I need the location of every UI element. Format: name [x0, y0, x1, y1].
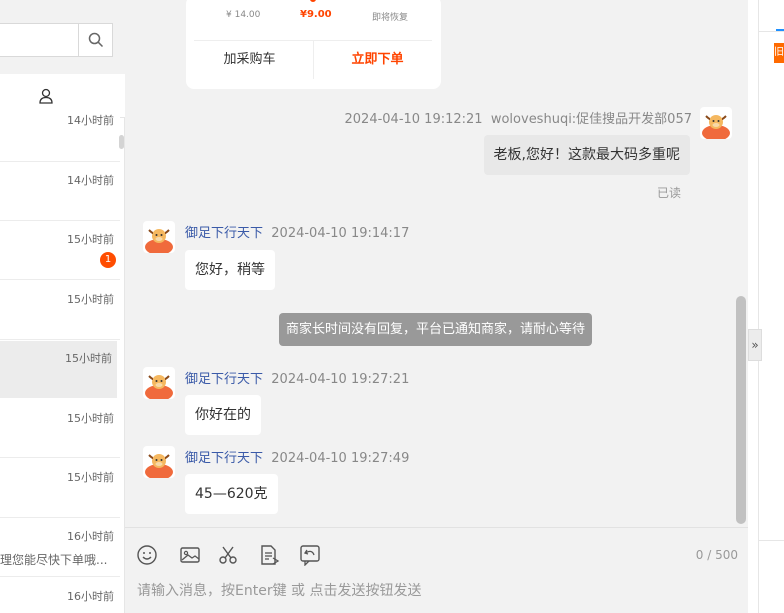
- image-button[interactable]: [179, 544, 201, 566]
- message-bubble: 老板,您好！这款最大码多重呢: [483, 135, 690, 175]
- search-icon: [88, 32, 104, 48]
- avatar[interactable]: [143, 221, 175, 253]
- message-sender: woloveshuqi:促佳搜品开发部057: [490, 112, 692, 127]
- list-item[interactable]: 15小时前: [0, 459, 120, 518]
- price-marker: [310, 0, 316, 2]
- message-panel: ¥ 14.00 ¥9.00 即将恢复 加采购车 立即下单 2024-04-10 …: [125, 0, 748, 527]
- conversation-time: 15小时前: [67, 412, 114, 425]
- character-counter: 0 / 500: [695, 548, 738, 562]
- active-tab-indicator: [776, 29, 784, 31]
- avatar[interactable]: [143, 446, 175, 478]
- conversation-time: 15小时前: [67, 293, 114, 306]
- message-bubble: 你好在的: [185, 395, 261, 435]
- conversation-time: 14小时前: [67, 174, 114, 187]
- list-item[interactable]: 15小时前: [0, 341, 117, 398]
- cow-avatar-icon: [145, 454, 173, 478]
- list-item[interactable]: 16小时前 理您能尽快下单哦...: [0, 518, 120, 577]
- search-button[interactable]: [78, 23, 113, 57]
- recall-button[interactable]: [299, 544, 321, 567]
- message-bubble: 您好，稍等: [185, 250, 275, 290]
- right-panel: 旧 »: [748, 0, 784, 613]
- scissors-icon: [219, 546, 237, 564]
- message-meta: 2024-04-10 19:12:21 woloveshuqi:促佳搜品开发部0…: [345, 108, 693, 127]
- conversation-time: 14小时前: [67, 114, 114, 127]
- conversation-time: 15小时前: [67, 233, 114, 246]
- collapse-panel-button[interactable]: »: [748, 329, 762, 361]
- current-price: ¥9.00: [300, 9, 332, 20]
- list-item[interactable]: 15小时前: [0, 281, 120, 340]
- conversation-time: 16小时前: [67, 530, 114, 543]
- divider: [758, 540, 784, 541]
- list-item[interactable]: 14小时前: [0, 112, 120, 162]
- stock-status: 即将恢复: [372, 13, 409, 23]
- message-time: 2024-04-10 19:27:21: [271, 372, 410, 387]
- cow-avatar-icon: [702, 115, 730, 139]
- emoji-button[interactable]: [136, 544, 158, 566]
- system-notice: 商家长时间没有回复，平台已通知商家，请耐心等待: [279, 313, 593, 346]
- avatar[interactable]: [700, 107, 732, 139]
- conversation-time: 15小时前: [65, 352, 112, 365]
- chat-window: 14小时前 14小时前 15小时前 1 15小时前 15小时前 15小时前 15…: [0, 0, 784, 613]
- message-time: 2024-04-10 19:14:17: [271, 226, 410, 241]
- message-meta: 御足下行天下 2024-04-10 19:27:21: [185, 368, 409, 387]
- message-time: 2024-04-10 19:27:49: [271, 451, 410, 466]
- chat-scrollbar[interactable]: [736, 296, 746, 524]
- message-meta: 御足下行天下 2024-04-10 19:14:17: [185, 222, 409, 241]
- message-composer: 0 / 500 请输入消息，按Enter键 或 点击发送按钮发送: [125, 527, 748, 613]
- order-button[interactable]: [258, 544, 280, 566]
- divider: [758, 31, 784, 32]
- list-item[interactable]: 14小时前: [0, 162, 120, 221]
- unread-badge: 1: [100, 252, 116, 268]
- message-input[interactable]: 请输入消息，按Enter键 或 点击发送按钮发送: [137, 580, 421, 600]
- document-icon: [261, 545, 280, 565]
- original-price: ¥ 14.00: [226, 10, 261, 20]
- conversation-time: 16小时前: [67, 590, 114, 603]
- cow-avatar-icon: [145, 375, 173, 399]
- conversation-preview: 理您能尽快下单哦...: [0, 553, 108, 567]
- conversation-time: 15小时前: [67, 471, 114, 484]
- product-card: ¥ 14.00 ¥9.00 即将恢复 加采购车 立即下单: [186, 0, 441, 89]
- cow-avatar-icon: [145, 229, 173, 253]
- image-icon: [180, 547, 200, 563]
- sidebar-header: [0, 0, 125, 74]
- message-sender[interactable]: 御足下行天下: [185, 226, 263, 241]
- user-icon: [39, 88, 53, 104]
- list-item[interactable]: 16小时前: [0, 578, 120, 613]
- sidebar-scrollbar[interactable]: [119, 135, 124, 149]
- undo-message-icon: [300, 545, 320, 567]
- message-bubble: 45—620克: [185, 474, 278, 514]
- message-time: 2024-04-10 19:12:21: [344, 112, 483, 127]
- screenshot-button[interactable]: [217, 544, 239, 566]
- emoji-icon: [137, 545, 157, 565]
- message-sender[interactable]: 御足下行天下: [185, 372, 263, 387]
- message-meta: 御足下行天下 2024-04-10 19:27:49: [185, 447, 409, 466]
- conversation-sidebar: 14小时前 14小时前 15小时前 1 15小时前 15小时前 15小时前 15…: [0, 0, 125, 613]
- buy-now-button[interactable]: 立即下单: [314, 41, 441, 79]
- message-sender[interactable]: 御足下行天下: [185, 451, 263, 466]
- chevron-right-icon: »: [751, 338, 759, 352]
- read-status: 已读: [656, 186, 681, 200]
- list-item[interactable]: 15小时前 1: [0, 221, 120, 280]
- list-item[interactable]: 15小时前: [0, 399, 120, 458]
- add-to-cart-button[interactable]: 加采购车: [186, 41, 313, 79]
- status-badge: 旧: [774, 43, 784, 63]
- panel-border: [758, 0, 759, 613]
- avatar[interactable]: [143, 367, 175, 399]
